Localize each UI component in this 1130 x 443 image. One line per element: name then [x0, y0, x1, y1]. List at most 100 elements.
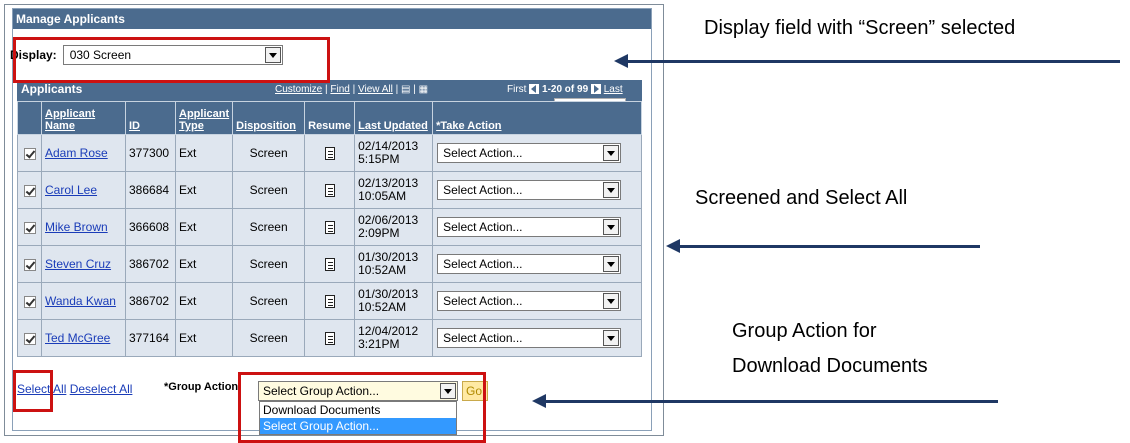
table-header-row: Applicant Name ID Applicant Type Disposi…	[17, 101, 642, 135]
resume-document-icon[interactable]	[324, 184, 335, 198]
resume-cell	[304, 245, 356, 283]
deselect-all-link[interactable]: Deselect All	[70, 382, 133, 396]
applicant-id: 366608	[125, 208, 176, 246]
take-action-select[interactable]: Select Action...	[437, 291, 622, 311]
annotation-group-line2: Download Documents	[732, 355, 928, 377]
row-checkbox[interactable]	[23, 258, 36, 271]
arrow-to-group-action	[544, 400, 998, 403]
disposition: Screen	[232, 171, 306, 209]
last-updated: 01/30/2013 10:52AM	[354, 245, 434, 283]
resume-document-icon[interactable]	[324, 332, 335, 346]
applicant-id: 377300	[125, 134, 176, 172]
take-action-select[interactable]: Select Action...	[437, 217, 622, 237]
applicant-name-link[interactable]: Mike Brown	[41, 208, 126, 246]
row-checkbox[interactable]	[23, 295, 36, 308]
view-all-link[interactable]: View All	[358, 84, 393, 95]
arrow-to-display	[626, 60, 1120, 63]
disposition: Screen	[232, 208, 306, 246]
row-range: 1-20 of 99	[542, 84, 589, 95]
take-action-select[interactable]: Select Action...	[437, 180, 622, 200]
applicant-type: Ext	[174, 282, 234, 320]
last-link[interactable]: Last	[604, 84, 623, 95]
last-updated: 02/13/2013 10:05AM	[354, 171, 434, 209]
arrow-head-icon	[614, 54, 628, 68]
header-type[interactable]: Applicant Type	[174, 101, 234, 135]
last-updated: 01/30/2013 10:52AM	[354, 282, 434, 320]
resume-document-icon[interactable]	[324, 258, 335, 272]
grid-toolbar: Applicants Customize | Find | View All |…	[17, 80, 642, 101]
row-checkbox-cell	[17, 208, 42, 246]
applicant-name-link[interactable]: Carol Lee	[41, 171, 126, 209]
table-row: Wanda Kwan 386702 Ext Screen 01/30/2013 1…	[17, 282, 642, 320]
chevron-down-icon	[603, 182, 620, 198]
chevron-down-icon	[603, 219, 620, 235]
select-all-highlight-box	[13, 370, 53, 412]
disposition: Screen	[232, 245, 306, 283]
annotation-group-line1: Group Action for	[732, 320, 877, 342]
resume-cell	[304, 319, 356, 357]
applicant-name-link[interactable]: Adam Rose	[41, 134, 126, 172]
customize-link[interactable]: Customize	[275, 84, 322, 95]
last-updated: 02/06/2013 2:09PM	[354, 208, 434, 246]
last-updated: 12/04/2012 3:21PM	[354, 319, 434, 357]
arrow-head-icon	[666, 239, 680, 253]
disposition: Screen	[232, 282, 306, 320]
table-row: Steven Cruz 386702 Ext Screen 01/30/2013…	[17, 245, 642, 283]
table-row: Ted McGree 377164 Ext Screen 12/04/2012 3…	[17, 319, 642, 357]
row-checkbox-cell	[17, 319, 42, 357]
take-action-cell: Select Action...	[432, 134, 642, 172]
grid-tools: Customize | Find | View All | ▤ | ▦	[275, 84, 429, 95]
header-resume[interactable]: Resume	[304, 101, 356, 135]
resume-cell	[304, 208, 356, 246]
header-last-updated[interactable]: Last Updated	[354, 101, 434, 135]
applicant-id: 386684	[125, 171, 176, 209]
disposition: Screen	[232, 134, 306, 172]
resume-document-icon[interactable]	[324, 147, 335, 161]
take-action-cell: Select Action...	[432, 245, 642, 283]
next-page-icon[interactable]	[590, 84, 601, 95]
applicants-table: Applicant Name ID Applicant Type Disposi…	[17, 101, 642, 357]
resume-document-icon[interactable]	[324, 221, 335, 235]
header-take-action[interactable]: *Take Action	[432, 101, 642, 135]
chevron-down-icon	[603, 330, 620, 346]
take-action-cell: Select Action...	[432, 282, 642, 320]
header-select	[17, 101, 42, 135]
row-checkbox[interactable]	[23, 184, 36, 197]
row-checkbox[interactable]	[23, 147, 36, 160]
header-name[interactable]: Applicant Name	[41, 101, 126, 135]
header-disposition[interactable]: Disposition	[232, 101, 306, 135]
find-link[interactable]: Find	[330, 84, 349, 95]
resume-document-icon[interactable]	[324, 295, 335, 309]
row-checkbox[interactable]	[23, 332, 36, 345]
table-row: Carol Lee 386684 Ext Screen 02/13/2013 10…	[17, 171, 642, 209]
applicant-name-link[interactable]: Wanda Kwan	[41, 282, 126, 320]
applicant-id: 386702	[125, 245, 176, 283]
row-checkbox[interactable]	[23, 221, 36, 234]
first-label: First	[507, 84, 527, 95]
take-action-select[interactable]: Select Action...	[437, 143, 622, 163]
take-action-select[interactable]: Select Action...	[437, 328, 622, 348]
applicant-type: Ext	[174, 245, 234, 283]
take-action-select[interactable]: Select Action...	[437, 254, 622, 274]
group-action-label: *Group Action:	[164, 381, 242, 393]
last-updated: 02/14/2013 5:15PM	[354, 134, 434, 172]
annotation-screened: Screened and Select All	[695, 187, 908, 209]
panel-title: Manage Applicants	[13, 9, 651, 29]
row-checkbox-cell	[17, 134, 42, 172]
applicant-id: 377164	[125, 319, 176, 357]
arrow-head-icon	[532, 394, 546, 408]
header-id[interactable]: ID	[125, 101, 176, 135]
applicant-name-link[interactable]: Steven Cruz	[41, 245, 126, 283]
zoom-icon[interactable]: ▤	[401, 84, 410, 95]
applicant-type: Ext	[174, 134, 234, 172]
row-checkbox-cell	[17, 282, 42, 320]
download-grid-icon[interactable]: ▦	[419, 84, 428, 95]
resume-cell	[304, 171, 356, 209]
applicant-name-link[interactable]: Ted McGree	[41, 319, 126, 357]
chevron-down-icon	[603, 145, 620, 161]
chevron-down-icon	[603, 293, 620, 309]
applicant-type: Ext	[174, 319, 234, 357]
table-row: Adam Rose 377300 Ext Screen 02/14/2013 5:…	[17, 134, 642, 172]
previous-page-icon[interactable]	[529, 84, 540, 95]
table-row: Mike Brown 366608 Ext Screen 02/06/2013 2…	[17, 208, 642, 246]
